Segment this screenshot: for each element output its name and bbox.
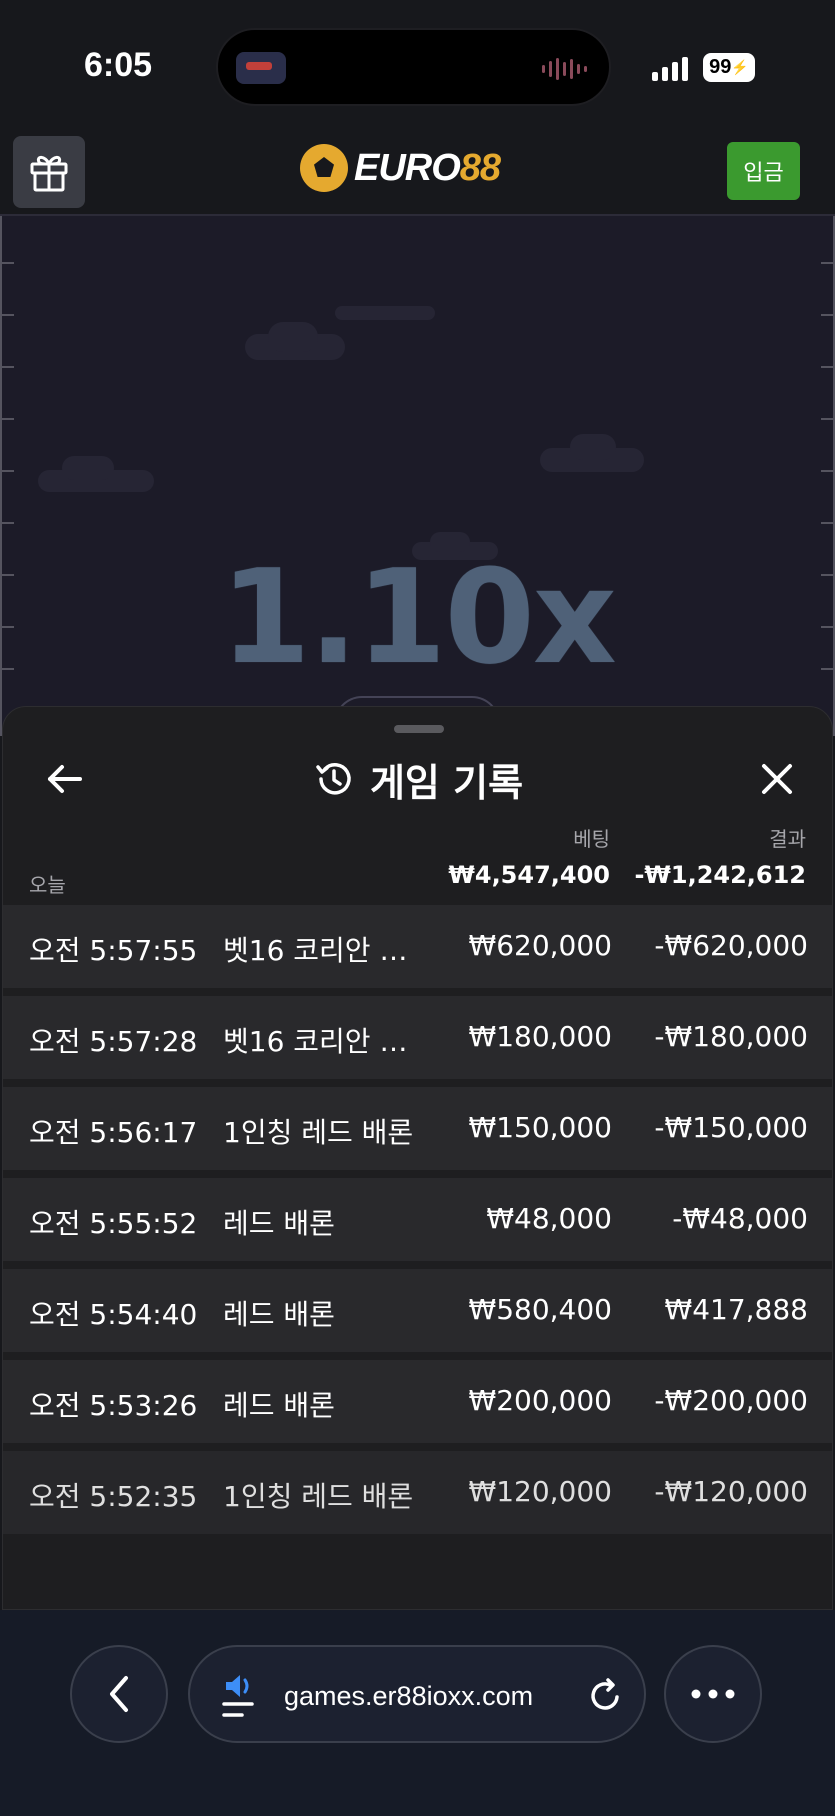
row-time: 오전 5:55:52 [29, 1207, 198, 1240]
app-header: EURO88 입금 [0, 130, 835, 214]
logo-text-euro: EURO [354, 146, 461, 189]
ruler-tick [2, 366, 14, 368]
row-time: 오전 5:57:28 [29, 1025, 198, 1058]
gift-icon [30, 155, 68, 192]
date-group-label: 오늘 [29, 873, 66, 897]
browser-toolbar: games.er88ioxx.com [0, 1610, 835, 1816]
history-row[interactable]: 오전 5:56:17 1인칭 레드 배론 ₩150,000 -₩150,000 [3, 1087, 832, 1170]
audio-wave-icon [542, 56, 587, 82]
row-bet: ₩150,000 [468, 1111, 612, 1144]
sheet-drag-handle[interactable] [394, 725, 444, 733]
row-time: 오전 5:52:35 [29, 1480, 198, 1513]
ruler-tick [821, 366, 833, 368]
row-bet: ₩120,000 [468, 1475, 612, 1508]
sheet-header: 게임 기록 [3, 751, 832, 807]
row-game: 벳16 코리안 슈... [223, 934, 423, 967]
row-time: 오전 5:54:40 [29, 1298, 198, 1331]
row-bet: ₩620,000 [468, 929, 612, 962]
dynamic-island [216, 28, 611, 106]
ruler-tick [2, 470, 14, 472]
row-result: -₩150,000 [654, 1111, 808, 1144]
row-result: -₩200,000 [654, 1384, 808, 1417]
history-list: 오전 5:57:55 벳16 코리안 슈... ₩620,000 -₩620,0… [3, 905, 832, 1542]
page: 6:05 99 ⚡ EURO88 입금 1.10x 게임 기록 베팅 결과 오늘… [0, 0, 835, 1816]
row-bet: ₩580,400 [468, 1293, 612, 1326]
row-game: 1인칭 레드 배론 [223, 1116, 414, 1149]
total-bet: ₩4,547,400 [448, 861, 610, 889]
ruler-tick [821, 522, 833, 524]
row-game: 1인칭 레드 배론 [223, 1480, 414, 1513]
deposit-button[interactable]: 입금 [727, 142, 800, 200]
row-bet: ₩180,000 [468, 1020, 612, 1053]
ruler-tick [821, 262, 833, 264]
status-bar: 6:05 99 ⚡ [0, 0, 835, 130]
row-result: -₩120,000 [654, 1475, 808, 1508]
game-canvas: 1.10x [0, 214, 835, 736]
row-game: 레드 배론 [223, 1298, 335, 1331]
close-button[interactable] [755, 757, 799, 801]
speaker-reader-icon [222, 1675, 254, 1717]
row-bet: ₩48,000 [486, 1202, 612, 1235]
euro88-logo[interactable]: EURO88 [300, 140, 501, 196]
logo-text: EURO88 [354, 146, 501, 190]
row-time: 오전 5:53:26 [29, 1389, 198, 1422]
row-bet: ₩200,000 [468, 1384, 612, 1417]
cellular-signal-icon [652, 55, 688, 81]
status-time: 6:05 [84, 46, 153, 84]
game-history-sheet: 게임 기록 베팅 결과 오늘 ₩4,547,400 -₩1,242,612 오전… [2, 706, 833, 1610]
column-header-result: 결과 [769, 827, 806, 851]
column-header-bet: 베팅 [573, 827, 610, 851]
row-time: 오전 5:56:17 [29, 1116, 198, 1149]
ruler-tick [821, 314, 833, 316]
history-row[interactable]: 오전 5:53:26 레드 배론 ₩200,000 -₩200,000 [3, 1360, 832, 1443]
ruler-tick [821, 470, 833, 472]
sheet-title: 게임 기록 [369, 760, 524, 805]
row-game: 레드 배론 [223, 1207, 335, 1240]
crash-multiplier: 1.10x [220, 541, 617, 693]
url-text: games.er88ioxx.com [284, 1681, 534, 1711]
total-result: -₩1,242,612 [634, 861, 806, 889]
charging-bolt-icon: ⚡ [731, 59, 749, 75]
history-row[interactable]: 오전 5:57:28 벳16 코리안 슈... ₩180,000 -₩180,0… [3, 996, 832, 1079]
cloud [570, 434, 616, 460]
row-game: 벳16 코리안 슈... [223, 1025, 423, 1058]
browser-more-button[interactable] [664, 1645, 762, 1743]
ruler-tick [2, 262, 14, 264]
cloud [62, 456, 114, 480]
history-row[interactable]: 오전 5:54:40 레드 배론 ₩580,400 ₩417,888 [3, 1269, 832, 1352]
battery-level: 99 [709, 56, 732, 78]
row-result: ₩417,888 [664, 1293, 808, 1326]
ruler-tick [2, 418, 14, 420]
history-row[interactable]: 오전 5:55:52 레드 배론 ₩48,000 -₩48,000 [3, 1178, 832, 1261]
reload-icon[interactable] [586, 1677, 624, 1715]
close-icon [762, 764, 792, 794]
history-icon [316, 763, 351, 795]
ruler-tick [2, 314, 14, 316]
soccer-ball-icon [300, 144, 348, 192]
cloud [335, 306, 435, 320]
browser-back-button[interactable] [70, 1645, 168, 1743]
ruler-tick [2, 522, 14, 524]
row-result: -₩180,000 [654, 1020, 808, 1053]
row-result: -₩620,000 [654, 929, 808, 962]
cloud [268, 322, 318, 352]
gift-button[interactable] [13, 136, 85, 208]
logo-text-88: 88 [459, 146, 501, 189]
more-dots-icon [691, 1689, 735, 1699]
address-bar[interactable]: games.er88ioxx.com [188, 1645, 646, 1743]
row-result: -₩48,000 [672, 1202, 808, 1235]
history-row[interactable]: 오전 5:57:55 벳16 코리안 슈... ₩620,000 -₩620,0… [3, 905, 832, 988]
ruler-tick [821, 418, 833, 420]
row-time: 오전 5:57:55 [29, 934, 198, 967]
chevron-left-icon [110, 1676, 128, 1712]
history-row[interactable]: 오전 5:52:35 1인칭 레드 배론 ₩120,000 -₩120,000 [3, 1451, 832, 1534]
battery-indicator: 99 ⚡ [703, 53, 755, 82]
row-game: 레드 배론 [223, 1389, 335, 1422]
now-playing-thumbnail [236, 52, 286, 84]
